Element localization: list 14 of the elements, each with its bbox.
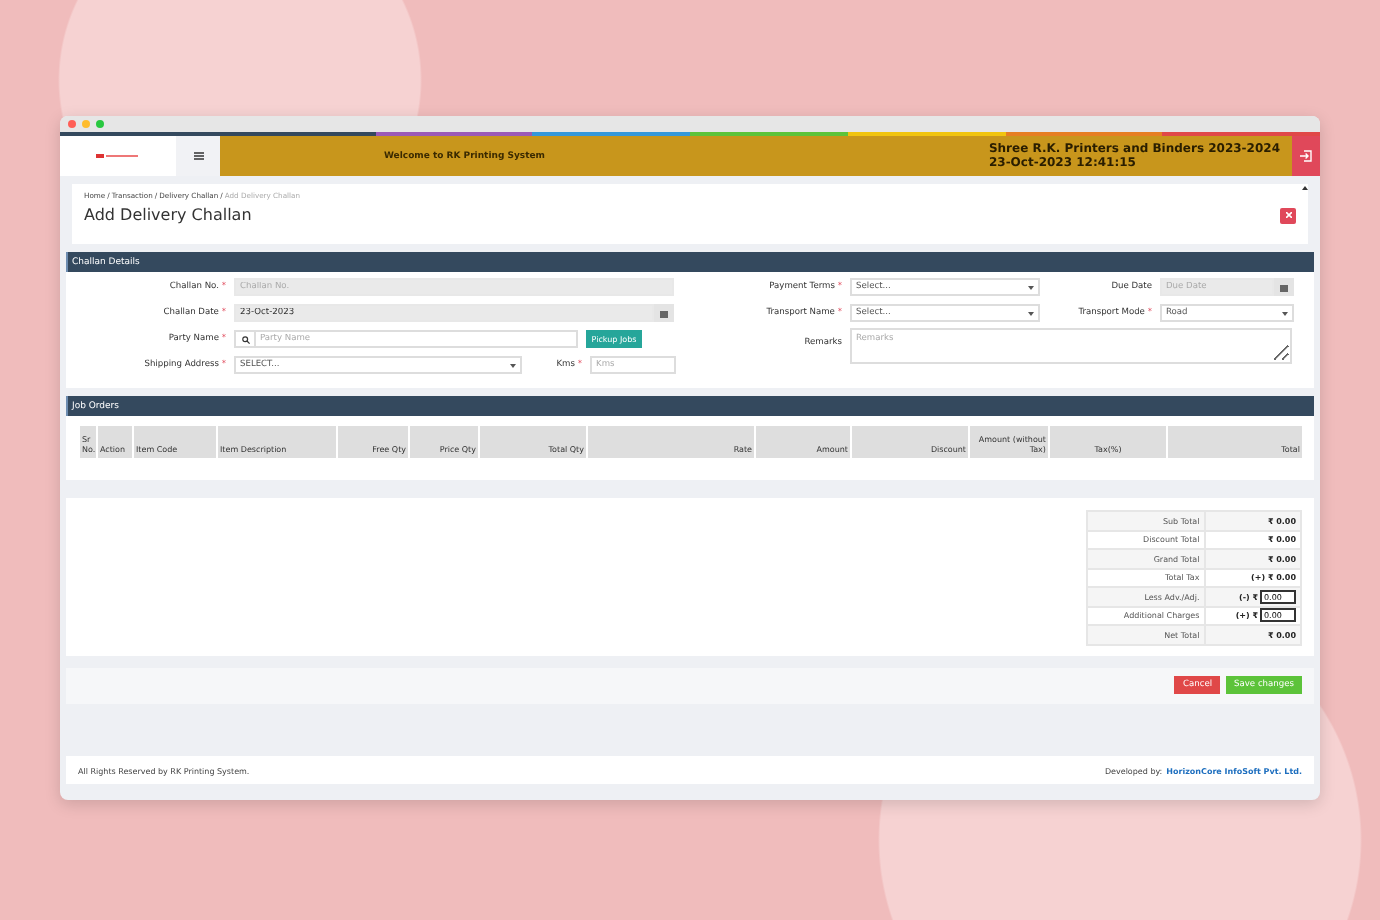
search-icon bbox=[234, 330, 254, 348]
logout-icon bbox=[1300, 150, 1312, 162]
logout-button[interactable] bbox=[1292, 136, 1320, 176]
page-title: Add Delivery Challan bbox=[84, 206, 252, 224]
close-icon bbox=[1285, 212, 1291, 218]
menu-icon bbox=[193, 152, 203, 160]
caret-icon bbox=[1028, 285, 1034, 289]
calendar-icon[interactable] bbox=[1274, 278, 1294, 296]
caret-icon bbox=[1282, 311, 1288, 315]
close-button[interactable] bbox=[1280, 207, 1296, 223]
logo-icon bbox=[96, 152, 140, 160]
caret-icon bbox=[1028, 311, 1034, 315]
calendar-icon[interactable] bbox=[654, 304, 674, 322]
caret-icon bbox=[510, 363, 516, 367]
